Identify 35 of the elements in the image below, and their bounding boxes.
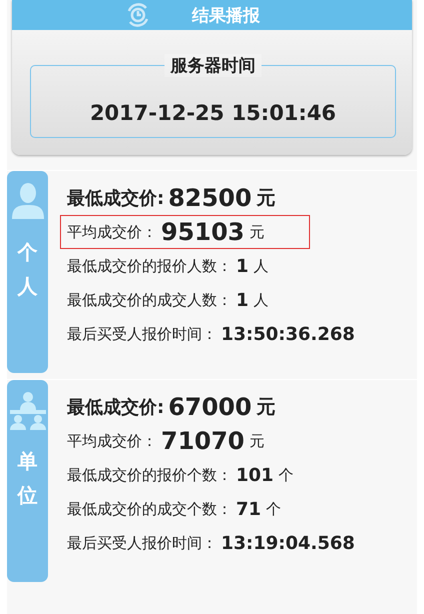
- stat-unit: 元: [256, 395, 276, 420]
- stat-unit: 人: [254, 290, 269, 310]
- stat-label: 最低成交价:: [67, 187, 164, 210]
- panel-title: 结果播报: [192, 4, 260, 26]
- stat-label: 平均成交价：: [67, 432, 157, 450]
- stat-label: 最后买受人报价时间：: [67, 324, 217, 344]
- stat-unit: 个: [278, 466, 294, 484]
- stat-label: 最后买受人报价时间：: [67, 534, 217, 552]
- server-time-label: 服务器时间: [164, 54, 262, 77]
- stat-label: 最低成交价的成交人数：: [67, 290, 232, 310]
- stat-unit: 元: [256, 186, 276, 211]
- stat-label: 最低成交价的成交个数：: [67, 500, 232, 518]
- stat-unit: 人: [254, 256, 269, 276]
- stat-label: 最低成交价:: [67, 396, 164, 419]
- stat-unit: 个: [266, 500, 282, 518]
- stat-value: 13:50:36.268: [221, 324, 355, 344]
- stat-value: 101: [236, 464, 274, 486]
- group-icon: [8, 390, 48, 430]
- stat-value: 1: [236, 290, 249, 310]
- category-label: 个人: [18, 239, 38, 300]
- stat-label: 最低成交价的报价个数：: [67, 466, 232, 484]
- stat-value: 95103: [161, 218, 244, 246]
- stat-value: 82500: [168, 184, 252, 212]
- stat-label: 最低成交价的报价人数：: [67, 256, 232, 276]
- stat-unit: 元: [250, 222, 264, 242]
- category-label: 单位: [18, 448, 38, 509]
- stat-unit: 元: [250, 432, 264, 450]
- person-icon: [10, 181, 46, 221]
- stat-value: 13:19:04.568: [221, 532, 355, 554]
- server-time-value: 2017-12-25 15:01:46: [90, 101, 336, 125]
- stat-value: 71: [236, 498, 262, 520]
- stat-value: 1: [236, 256, 249, 276]
- stat-label: 平均成交价：: [67, 222, 157, 242]
- stat-value: 71070: [161, 427, 244, 455]
- stat-value: 67000: [168, 393, 252, 421]
